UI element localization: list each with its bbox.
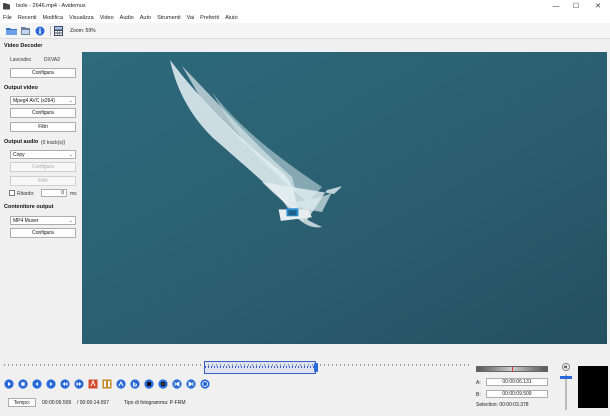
delay-label: Ritardo: (17, 190, 35, 197)
frame-type: Tipo di fotogramma: P-FRM (124, 400, 186, 406)
marker-b-value: 00:00:09.509 (502, 391, 532, 397)
previous-keyframe-icon[interactable] (60, 379, 70, 389)
menu-audio[interactable]: Audio (120, 15, 134, 21)
selection-duration: Selection: 00:00:03.378 (476, 402, 529, 408)
chevron-down-icon: ⌄ (68, 98, 73, 104)
decoder-codec-value: DXVA2 (44, 57, 61, 63)
menu-bar: File Recenti Modifica Visualizza Video A… (0, 12, 610, 23)
chevron-down-icon: ⌄ (68, 218, 73, 224)
delay-value: 0 (61, 190, 64, 196)
time-button[interactable]: Tempo: (8, 398, 36, 407)
audio-codec-value: Copy (13, 151, 25, 158)
go-to-marker-b-icon[interactable] (130, 379, 140, 389)
timeline-selection (204, 361, 316, 374)
video-decoder-title: Video Decoder (4, 43, 43, 49)
status-bar: Tempo: 00:00:09.509 / 00:00:14.097 Tipo … (0, 396, 470, 410)
delay-spinbox[interactable]: 0 (41, 189, 67, 197)
speaker-icon (561, 363, 571, 373)
next-black-frame-icon[interactable] (158, 379, 168, 389)
audio-tracks-count: (0 track(s)) (41, 139, 66, 146)
next-keyframe-icon[interactable] (74, 379, 84, 389)
menu-video[interactable]: Video (100, 15, 114, 21)
delay-checkbox[interactable] (9, 190, 15, 196)
toolbar-separator (50, 25, 51, 36)
title-bar: Isole - 2646.mp4 - Avidemux — ☐ ✕ (0, 0, 610, 12)
jog-shuttle[interactable] (476, 366, 548, 372)
delay-unit: ms (70, 190, 77, 197)
marker-a-field[interactable]: 00:00:06.131 (486, 378, 548, 386)
menu-view[interactable]: Visualizza (69, 15, 94, 21)
maximize-button[interactable]: ☐ (566, 0, 586, 12)
previous-black-frame-icon[interactable] (144, 379, 154, 389)
previous-frame-icon[interactable] (32, 379, 42, 389)
menu-favorites[interactable]: Preferiti (200, 15, 219, 21)
last-frame-icon[interactable] (186, 379, 196, 389)
calculator-icon[interactable] (53, 25, 64, 36)
stop-icon[interactable] (18, 379, 28, 389)
lavcodec-label: Lavcodec (10, 57, 32, 63)
playhead-handle[interactable] (314, 363, 318, 372)
play-icon[interactable] (4, 379, 14, 389)
set-marker-b-icon[interactable] (102, 379, 112, 389)
video-codec-value: Mpeg4 AVC (x264) (13, 97, 55, 104)
menu-file[interactable]: File (3, 15, 12, 21)
marker-a-value: 00:00:06.131 (502, 379, 532, 385)
container-configure-button[interactable]: Configura (10, 228, 76, 238)
first-frame-icon[interactable] (172, 379, 182, 389)
output-container-title: Contenitore output (4, 204, 54, 210)
audio-filters-button[interactable]: Filtri (10, 176, 76, 186)
total-duration: / 00:00:14.097 (77, 400, 109, 406)
marker-panel: A: 00:00:06.131 B: 00:00:09.509 Selectio… (474, 362, 574, 412)
left-panel: Video Decoder Lavcodec DXVA2 Configura O… (0, 40, 80, 350)
timeline-slider[interactable] (4, 360, 470, 374)
current-time[interactable]: 00:00:09.509 (42, 400, 71, 406)
marker-b-label: B: (476, 392, 481, 398)
save-icon[interactable] (20, 25, 31, 36)
set-marker-a-icon[interactable] (88, 379, 98, 389)
go-to-time-icon[interactable] (200, 379, 210, 389)
menu-go[interactable]: Vai (187, 15, 195, 21)
info-icon[interactable] (34, 25, 45, 36)
volume-slider[interactable] (560, 376, 572, 379)
playback-controls (4, 378, 214, 390)
video-preview[interactable] (82, 52, 607, 344)
marker-b-field[interactable]: 00:00:09.509 (486, 390, 548, 398)
container-format-select[interactable]: MP4 Muxer ⌄ (10, 216, 76, 225)
audio-meter (578, 366, 608, 408)
video-configure-button[interactable]: Configura (10, 108, 76, 118)
window-title: Isole - 2646.mp4 - Avidemux (16, 3, 86, 9)
menu-recent[interactable]: Recenti (18, 15, 37, 21)
video-codec-select[interactable]: Mpeg4 AVC (x264) ⌄ (10, 96, 76, 105)
volume-track (565, 374, 567, 410)
marker-a-label: A: (476, 380, 481, 386)
menu-auto[interactable]: Auto (140, 15, 151, 21)
menu-edit[interactable]: Modifica (43, 15, 63, 21)
decoder-configure-button[interactable]: Configura (10, 68, 76, 78)
avidemux-app-icon (3, 2, 10, 10)
menu-tools[interactable]: Strumenti (157, 15, 181, 21)
container-format-value: MP4 Muxer (13, 217, 39, 224)
go-to-marker-a-icon[interactable] (116, 379, 126, 389)
menu-help[interactable]: Aiuto (225, 15, 238, 21)
output-video-title: Output video (4, 85, 38, 91)
chevron-down-icon: ⌄ (68, 152, 73, 158)
close-button[interactable]: ✕ (588, 0, 608, 12)
zoom-level: Zoom: 59% (70, 27, 96, 34)
audio-configure-button[interactable]: Configura (10, 162, 76, 172)
open-folder-icon[interactable] (6, 25, 17, 36)
next-frame-icon[interactable] (46, 379, 56, 389)
minimize-button[interactable]: — (546, 0, 566, 12)
video-filters-button[interactable]: Filtri (10, 122, 76, 132)
audio-codec-select[interactable]: Copy ⌄ (10, 150, 76, 159)
video-frame-image (82, 52, 607, 344)
output-audio-title: Output audio (4, 139, 39, 145)
toolbar: Zoom: 59% (0, 23, 610, 39)
volume-control (560, 362, 572, 412)
